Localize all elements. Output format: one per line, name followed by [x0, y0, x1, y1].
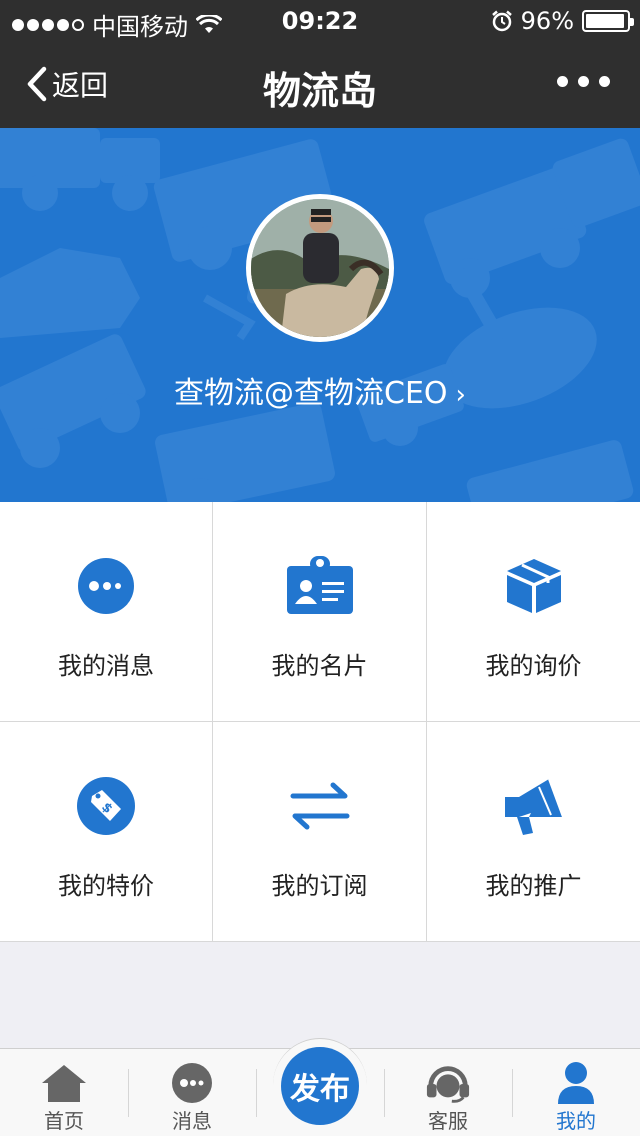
headset-icon — [425, 1061, 471, 1105]
megaphone-icon — [498, 774, 570, 838]
chat-bubble-icon — [70, 554, 142, 618]
tab-customer-service[interactable]: 客服 — [384, 1049, 512, 1136]
menu-item-business-card[interactable]: 我的名片 — [213, 502, 427, 722]
tab-divider — [256, 1069, 257, 1117]
menu-item-label: 我的询价 — [485, 652, 582, 680]
avatar-photo — [251, 199, 389, 337]
top-bar: 中国移动 09:22 96% 返回 物流岛 — [0, 0, 640, 128]
chevron-right-icon: › — [455, 380, 466, 410]
home-icon — [41, 1061, 87, 1105]
menu-item-label: 我的推广 — [485, 872, 582, 900]
navigation-bar: 返回 物流岛 — [0, 44, 640, 128]
menu-grid: 我的消息 我的名片 我的询价 $ 我的特价 我的订阅 我的推广 — [0, 502, 640, 942]
user-icon — [553, 1061, 599, 1105]
menu-item-label: 我的订阅 — [271, 872, 368, 900]
menu-item-promotion[interactable]: 我的推广 — [427, 722, 640, 942]
tab-messages[interactable]: 消息 — [128, 1049, 256, 1136]
package-box-icon — [498, 554, 570, 618]
chat-bubble-icon — [169, 1061, 215, 1105]
tab-label: 客服 — [428, 1109, 468, 1133]
profile-username: 查物流@查物流CEO — [174, 376, 448, 411]
tab-mine[interactable]: 我的 — [512, 1049, 640, 1136]
swap-arrows-icon — [284, 774, 356, 838]
profile-banner: 查物流@查物流CEO › — [0, 128, 640, 502]
alarm-icon — [491, 10, 512, 32]
avatar[interactable] — [246, 194, 394, 342]
battery-icon — [582, 10, 634, 32]
menu-item-subscriptions[interactable]: 我的订阅 — [213, 722, 427, 942]
battery-percent: 96% — [520, 7, 574, 35]
tab-home[interactable]: 首页 — [0, 1049, 128, 1136]
tab-label: 消息 — [172, 1109, 212, 1133]
menu-item-inquiries[interactable]: 我的询价 — [427, 502, 640, 722]
publish-button[interactable]: 发布 — [281, 1047, 359, 1125]
tab-label: 我的 — [556, 1109, 596, 1133]
id-card-icon — [284, 554, 356, 618]
menu-item-messages[interactable]: 我的消息 — [0, 502, 213, 722]
profile-name-link[interactable]: 查物流@查物流CEO › — [0, 368, 640, 412]
menu-item-label: 我的消息 — [58, 652, 154, 680]
status-bar: 中国移动 09:22 96% — [0, 0, 640, 44]
menu-item-label: 我的特价 — [58, 872, 154, 900]
page-title: 物流岛 — [262, 69, 377, 113]
tab-label: 首页 — [44, 1109, 84, 1133]
menu-item-specials[interactable]: $ 我的特价 — [0, 722, 213, 942]
price-tag-icon: $ — [70, 774, 142, 838]
more-menu-button[interactable] — [557, 76, 610, 87]
status-right: 96% — [491, 7, 634, 35]
menu-item-label: 我的名片 — [271, 652, 368, 680]
